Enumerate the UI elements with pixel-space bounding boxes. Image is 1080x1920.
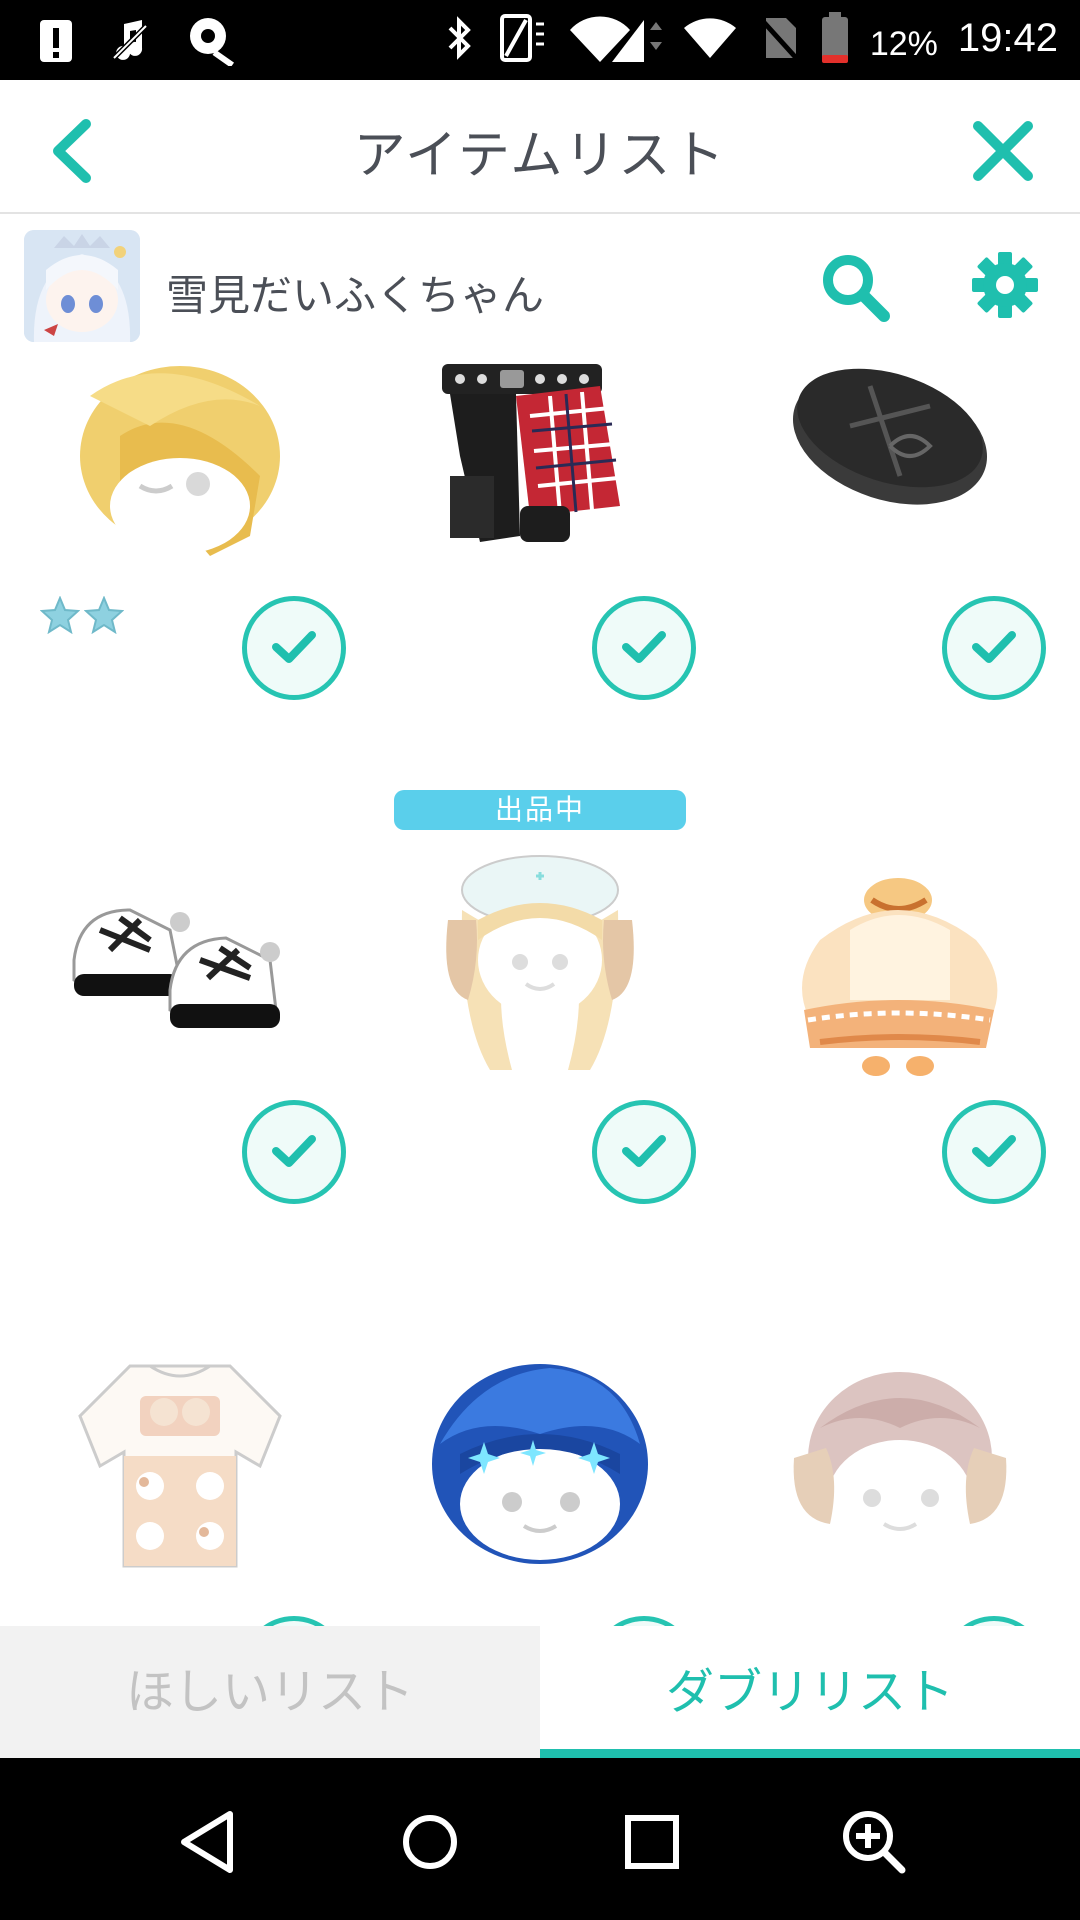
owned-check-icon[interactable]	[592, 1616, 696, 1626]
tab-wishlist[interactable]: ほしいリスト	[0, 1626, 540, 1758]
item-image	[80, 366, 280, 556]
rarity-stars	[40, 596, 124, 634]
username: 雪見だいふくちゃん	[166, 271, 545, 320]
music-off-icon	[112, 20, 148, 60]
user-bar: 雪見だいふくちゃん	[0, 216, 1080, 356]
owned-check-icon[interactable]	[592, 1100, 696, 1204]
item-card[interactable]	[0, 860, 360, 1364]
gear-icon[interactable]	[970, 250, 1040, 320]
item-card[interactable]	[360, 1364, 720, 1626]
wifi-signal-icon	[569, 16, 662, 62]
bluetooth-icon	[448, 16, 471, 60]
avatar[interactable]	[24, 230, 140, 342]
owned-check-icon[interactable]	[242, 1100, 346, 1204]
item-image	[72, 908, 280, 1028]
owned-check-icon[interactable]	[242, 1616, 346, 1626]
item-card[interactable]	[0, 1364, 360, 1626]
listing-badge: 出品中	[394, 790, 686, 830]
no-sim-icon	[757, 16, 800, 62]
vibrate-icon	[499, 14, 544, 62]
list-tabs: ほしいリスト ダブリリスト	[0, 1626, 1080, 1758]
item-image	[446, 855, 634, 1070]
battery-percent: 12%	[869, 24, 938, 63]
item-image	[792, 368, 988, 505]
active-tab-indicator	[540, 1749, 1080, 1758]
star-icon	[40, 596, 80, 634]
battery-icon	[821, 12, 848, 63]
owned-check-icon[interactable]	[942, 1100, 1046, 1204]
item-card[interactable]	[720, 860, 1080, 1364]
status-bar: 12% 19:42	[0, 0, 1080, 80]
item-grid	[0, 356, 1080, 1626]
item-image	[793, 1372, 1007, 1556]
item-image	[802, 878, 998, 1076]
search-icon[interactable]	[818, 250, 892, 324]
item-card[interactable]	[360, 356, 720, 860]
tab-duplicates[interactable]: ダブリリスト	[540, 1626, 1080, 1758]
item-image	[442, 364, 620, 542]
wifi-icon	[683, 18, 736, 58]
item-card[interactable]	[720, 356, 1080, 860]
clock: 19:42	[957, 15, 1058, 60]
system-nav-bar	[0, 1758, 1080, 1920]
tab-wishlist-label: ほしいリスト	[125, 1664, 414, 1720]
owned-check-icon[interactable]	[242, 596, 346, 700]
item-image	[432, 1364, 648, 1564]
close-icon[interactable]	[970, 118, 1036, 184]
recents-square-icon[interactable]	[612, 1802, 692, 1882]
vpn-key-icon	[190, 18, 235, 66]
home-circle-icon[interactable]	[390, 1802, 470, 1882]
item-image	[78, 1364, 282, 1568]
zoom-in-icon[interactable]	[834, 1802, 914, 1882]
owned-check-icon[interactable]	[942, 1616, 1046, 1626]
app-header: アイテムリスト	[0, 80, 1080, 214]
owned-check-icon[interactable]	[942, 596, 1046, 700]
alert-icon	[40, 20, 72, 62]
star-icon	[84, 596, 124, 634]
page-title: アイテムリスト	[353, 126, 727, 186]
item-card[interactable]	[360, 855, 720, 1364]
tab-duplicates-label: ダブリリスト	[665, 1664, 954, 1720]
item-card[interactable]	[720, 1364, 1080, 1626]
back-triangle-icon[interactable]	[168, 1802, 248, 1882]
item-card[interactable]	[0, 356, 360, 860]
owned-check-icon[interactable]	[592, 596, 696, 700]
